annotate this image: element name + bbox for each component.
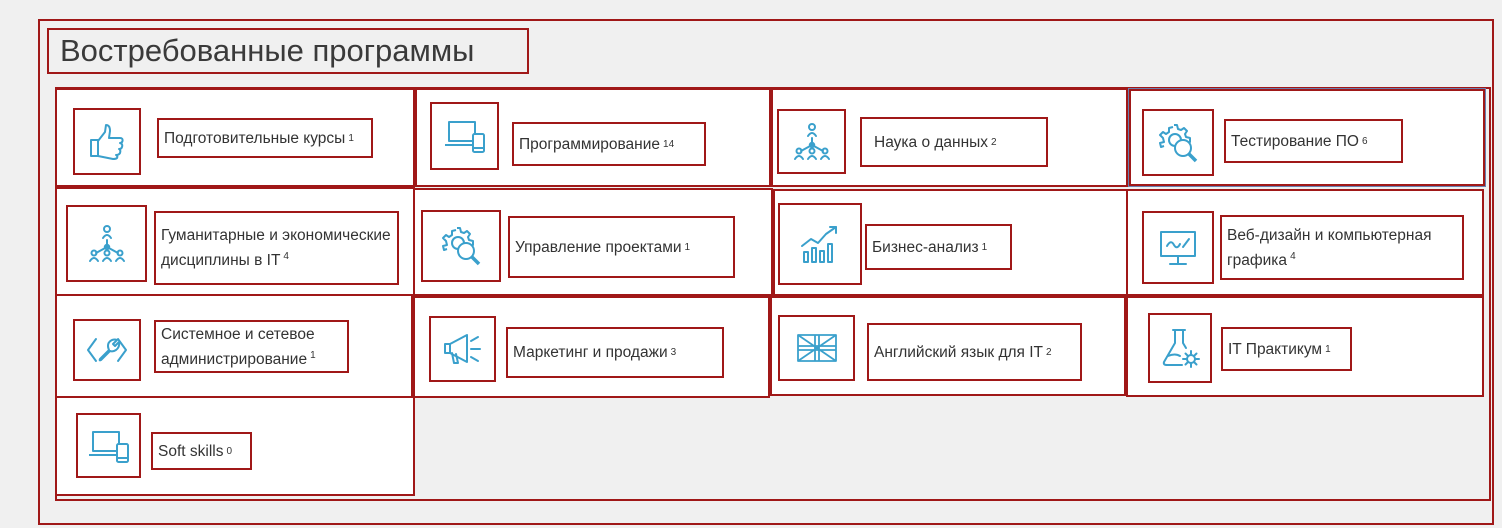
program-count: 1	[1325, 343, 1331, 355]
program-count: 4	[283, 251, 289, 262]
program-count: 3	[670, 347, 677, 358]
program-label: Веб-дизайн и компьютерная графика 4	[1220, 215, 1464, 280]
program-count: 1	[348, 132, 354, 144]
program-card-marketing[interactable]: Маркетинг и продажи 3	[413, 296, 770, 398]
program-label: Наука о данных 2	[860, 117, 1048, 167]
program-label: Английский язык для IT 2	[867, 323, 1082, 381]
program-count: 1	[310, 349, 316, 361]
program-name: Гуманитарные и экономические дисциплины …	[161, 227, 391, 269]
program-count: 2	[1046, 346, 1052, 358]
program-label: Маркетинг и продажи 3	[506, 327, 724, 378]
program-name: Управление проектами	[515, 238, 682, 256]
program-card-testing[interactable]: Тестирование ПО 6	[1128, 88, 1486, 187]
section-title: Востребованные программы	[47, 28, 529, 74]
program-name: Системное и сетевое администрирование	[161, 325, 315, 368]
flask-gear-icon	[1148, 313, 1212, 383]
program-label: Управление проектами 1	[508, 216, 735, 278]
laptop-phone-icon	[430, 102, 499, 170]
program-card-sysadmin[interactable]: Системное и сетевое администрирование 1	[55, 294, 413, 398]
program-count: 1	[981, 241, 988, 253]
program-label: IT Практикум 1	[1221, 327, 1352, 371]
program-label: Подготовительные курсы 1	[157, 118, 373, 158]
growth-chart-icon	[778, 203, 862, 285]
program-name: Наука о данных	[874, 133, 989, 151]
program-name: Веб-дизайн и компьютерная графика	[1227, 226, 1432, 269]
program-label: Системное и сетевое администрирование 1	[154, 320, 349, 373]
program-label: Soft skills 0	[151, 432, 252, 470]
monitor-pen-icon	[1142, 211, 1214, 284]
uk-flag-icon	[778, 315, 855, 381]
program-name: Тестирование ПО	[1231, 132, 1359, 150]
program-card-english[interactable]: Английский язык для IT 2	[770, 296, 1126, 396]
program-name: Soft skills	[158, 442, 224, 460]
program-label: Бизнес-анализ 1	[865, 224, 1012, 270]
program-label: Тестирование ПО 6	[1224, 119, 1403, 163]
program-count: 1	[684, 241, 691, 253]
program-name: Подготовительные курсы	[164, 129, 346, 147]
program-label: Гуманитарные и экономические дисциплины …	[154, 211, 399, 285]
program-label: Программирование 14	[512, 122, 706, 166]
program-name: Маркетинг и продажи	[513, 344, 668, 361]
network-people-icon	[777, 109, 846, 174]
code-wrench-icon	[73, 319, 141, 381]
laptop-phone-icon	[76, 413, 141, 478]
program-card-it-practicum[interactable]: IT Практикум 1	[1126, 296, 1484, 397]
program-name: Программирование	[519, 135, 661, 153]
program-card-prep-courses[interactable]: Подготовительные курсы 1	[55, 88, 415, 187]
program-card-project-management[interactable]: Управление проектами 1	[413, 188, 773, 296]
program-count: 0	[226, 445, 233, 457]
gear-search-icon	[421, 210, 501, 282]
program-card-programming[interactable]: Программирование 14	[415, 88, 771, 187]
gear-search-icon	[1142, 109, 1214, 176]
program-name: Английский язык для IT	[874, 343, 1044, 361]
program-name: Бизнес-анализ	[872, 238, 979, 256]
network-people-icon	[66, 205, 147, 282]
program-name: IT Практикум	[1228, 340, 1323, 358]
program-card-data-science[interactable]: Наука о данных 2	[771, 88, 1128, 187]
program-count: 4	[1290, 250, 1296, 262]
program-count: 14	[663, 138, 675, 150]
program-card-business-analysis[interactable]: Бизнес-анализ 1	[773, 189, 1128, 296]
program-card-web-design[interactable]: Веб-дизайн и компьютерная графика 4	[1126, 189, 1484, 296]
megaphone-icon	[429, 316, 496, 382]
program-count: 6	[1362, 135, 1368, 147]
program-count: 2	[991, 136, 997, 148]
thumbs-up-icon	[73, 108, 141, 175]
program-card-humanities[interactable]: Гуманитарные и экономические дисциплины …	[55, 187, 415, 296]
program-card-soft-skills[interactable]: Soft skills 0	[55, 396, 415, 496]
